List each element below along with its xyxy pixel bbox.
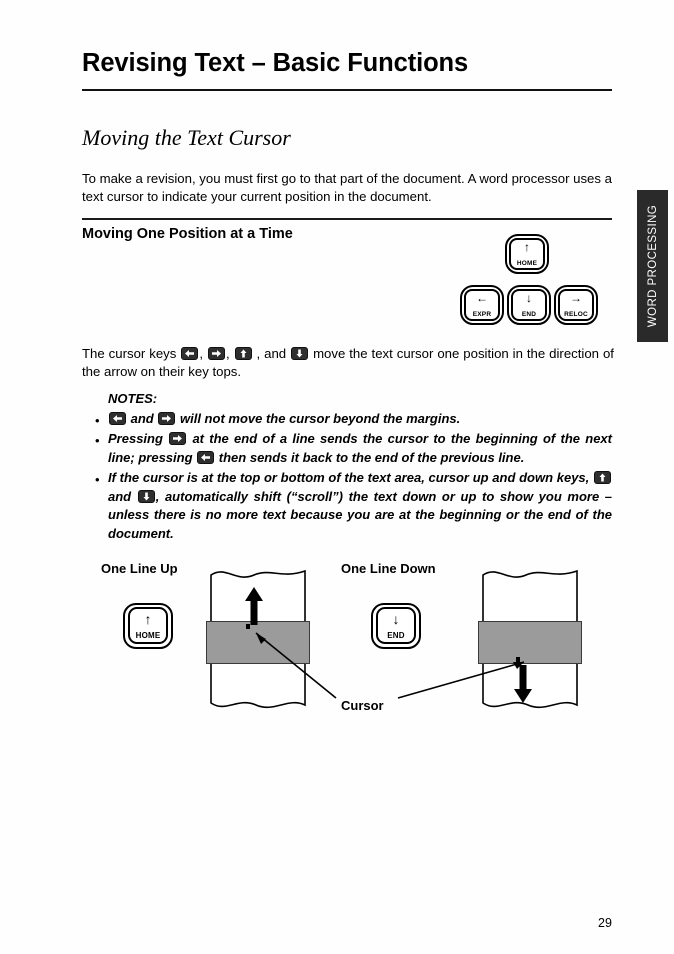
cursor-keys-prefix: The cursor keys	[82, 346, 177, 361]
highlight-band-right	[478, 621, 582, 664]
key-right-icon	[207, 347, 225, 360]
keycap-home: ↑ HOME	[505, 234, 549, 274]
notes-item-1-and: and	[130, 411, 154, 426]
notes-item-2-suffix: then sends it back to the end of the pre…	[218, 449, 525, 465]
notes-title: NOTES:	[108, 391, 158, 406]
figure-keycap-home: ↑ HOME	[123, 603, 173, 649]
figure-label-one-line-down: One Line Down	[341, 561, 436, 576]
keycap-label: END	[387, 631, 405, 640]
figure-label-one-line-up: One Line Up	[101, 561, 178, 576]
arrow-down-icon: ↓	[526, 291, 532, 305]
notes-item-2: Pressing at the end of a line sends the …	[108, 430, 612, 467]
section-title: Moving the Text Cursor	[82, 125, 291, 150]
cursor-keys-paragraph: The cursor keys , , , and move the text …	[82, 345, 614, 381]
highlight-band-left	[206, 621, 310, 664]
arrow-down-icon: ↓	[392, 611, 400, 627]
page-number: 29	[598, 916, 612, 930]
key-right-icon	[158, 412, 176, 425]
key-down-icon	[291, 347, 309, 360]
keycap-end: ↓ END	[507, 285, 551, 325]
cursor-keys-mid: , and	[256, 346, 287, 361]
title-divider	[82, 89, 612, 91]
key-left-icon	[109, 412, 126, 425]
subsection-title: Moving One Position at a Time	[82, 226, 293, 242]
side-tab-label: WORD PROCESSING	[646, 204, 659, 328]
notes-item-1: and will not move the cursor beyond the …	[108, 410, 612, 429]
notes-item-3-suffix: , automatically shift (“scroll”) the tex…	[108, 488, 612, 541]
cursor-marker-left	[246, 624, 250, 629]
keycap-reloc: → RELOC	[554, 285, 598, 325]
notes-bullet-marker: •	[95, 433, 100, 448]
key-right-icon	[169, 432, 187, 445]
side-tab: WORD PROCESSING	[637, 190, 668, 342]
notes-item-3: If the cursor is at the top or bottom of…	[108, 469, 612, 543]
arrow-up-icon: ↑	[524, 240, 530, 254]
intro-paragraph: To make a revision, you must first go to…	[82, 171, 612, 204]
scroll-arrow-down-icon	[514, 665, 532, 703]
key-up-icon	[234, 347, 252, 360]
keycap-label: HOME	[516, 260, 538, 267]
page-title: Revising Text – Basic Functions	[82, 49, 469, 77]
notes-item-3-and: and	[108, 488, 132, 504]
scroll-arrow-up-icon	[245, 587, 263, 625]
notes-bullet-marker: •	[95, 413, 100, 428]
keycap-label: RELOC	[564, 311, 588, 318]
key-down-icon	[137, 489, 155, 503]
notes-item-3-prefix: If the cursor is at the top or bottom of…	[108, 470, 590, 485]
cursor-callout-label: Cursor	[341, 698, 384, 713]
notes-item-1-text: will not move the cursor beyond the marg…	[180, 411, 461, 426]
keycap-label: END	[521, 311, 537, 318]
arrow-left-icon: ←	[476, 291, 488, 305]
notes-item-2-prefix: Pressing	[108, 431, 163, 446]
comma-1: ,	[199, 346, 203, 361]
arrow-right-icon: →	[570, 291, 582, 305]
subsection-divider	[82, 218, 612, 220]
cursor-marker-right	[516, 657, 520, 662]
key-left-icon	[197, 450, 215, 464]
key-left-icon	[181, 347, 199, 360]
key-up-icon	[594, 471, 611, 484]
keycap-label: EXPR	[472, 311, 492, 318]
comma-2: ,	[225, 346, 230, 361]
keycap-expr: ← EXPR	[460, 285, 504, 325]
document-page: Revising Text – Basic Functions Moving t…	[0, 0, 674, 954]
figure-keycap-end: ↓ END	[371, 603, 421, 649]
notes-bullet-marker: •	[95, 472, 100, 487]
keycap-label: HOME	[135, 631, 161, 640]
arrow-up-icon: ↑	[144, 611, 152, 627]
